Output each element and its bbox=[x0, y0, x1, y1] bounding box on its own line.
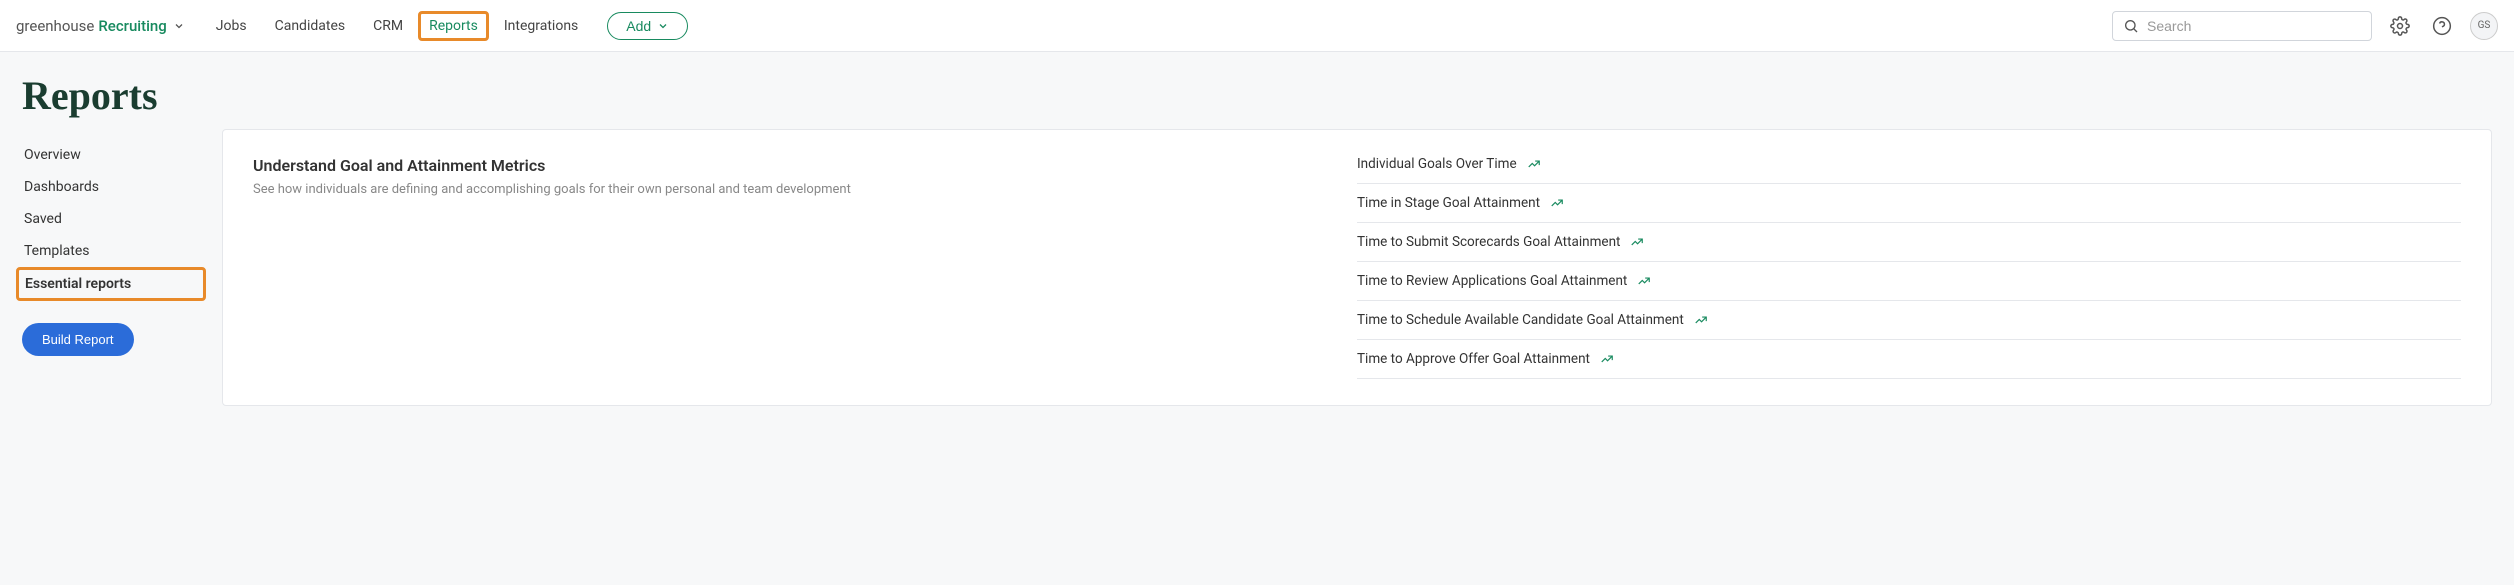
chart-icon bbox=[1527, 157, 1541, 171]
nav-item-candidates[interactable]: Candidates bbox=[262, 9, 359, 43]
report-label: Time to Submit Scorecards Goal Attainmen… bbox=[1357, 234, 1620, 250]
layout: Overview Dashboards Saved Templates Esse… bbox=[0, 129, 2514, 446]
help-button[interactable] bbox=[2428, 12, 2456, 40]
topbar: greenhouse Recruiting Jobs Candidates CR… bbox=[0, 0, 2514, 52]
panel-right: Individual Goals Over Time Time in Stage… bbox=[1357, 156, 2461, 379]
nav-item-integrations[interactable]: Integrations bbox=[491, 9, 591, 43]
build-report-button[interactable]: Build Report bbox=[22, 323, 134, 356]
sidebar-item-dashboards[interactable]: Dashboards bbox=[22, 171, 222, 203]
sidebar-item-overview[interactable]: Overview bbox=[22, 139, 222, 171]
report-row[interactable]: Time in Stage Goal Attainment bbox=[1357, 184, 2461, 223]
sidebar-item-saved[interactable]: Saved bbox=[22, 203, 222, 235]
add-button[interactable]: Add bbox=[607, 12, 688, 40]
avatar-initials: GS bbox=[2478, 20, 2491, 31]
logo-brand: greenhouse bbox=[16, 17, 94, 35]
search-icon bbox=[2123, 18, 2139, 34]
chart-icon bbox=[1630, 235, 1644, 249]
sidebar: Overview Dashboards Saved Templates Esse… bbox=[22, 129, 222, 406]
report-row[interactable]: Individual Goals Over Time bbox=[1357, 156, 2461, 184]
main-panel: Understand Goal and Attainment Metrics S… bbox=[222, 129, 2492, 406]
panel-left: Understand Goal and Attainment Metrics S… bbox=[253, 156, 1357, 379]
logo-product: Recruiting bbox=[98, 17, 166, 35]
panel-title: Understand Goal and Attainment Metrics bbox=[253, 156, 1327, 175]
report-row[interactable]: Time to Approve Offer Goal Attainment bbox=[1357, 340, 2461, 379]
panel-desc: See how individuals are defining and acc… bbox=[253, 181, 1327, 199]
report-label: Time to Approve Offer Goal Attainment bbox=[1357, 351, 1590, 367]
search-box[interactable] bbox=[2112, 11, 2372, 41]
help-icon bbox=[2432, 16, 2452, 36]
chevron-down-icon[interactable] bbox=[173, 20, 185, 32]
sidebar-item-essential-reports[interactable]: Essential reports bbox=[16, 267, 206, 301]
chart-icon bbox=[1694, 313, 1708, 327]
chevron-down-icon bbox=[657, 20, 669, 32]
topbar-right: GS bbox=[2112, 11, 2498, 41]
report-label: Time to Review Applications Goal Attainm… bbox=[1357, 273, 1627, 289]
nav-item-jobs[interactable]: Jobs bbox=[203, 9, 260, 43]
report-row[interactable]: Time to Schedule Available Candidate Goa… bbox=[1357, 301, 2461, 340]
chart-icon bbox=[1600, 352, 1614, 366]
page-title: Reports bbox=[0, 52, 2514, 129]
nav-item-reports[interactable]: Reports bbox=[418, 11, 489, 41]
logo[interactable]: greenhouse Recruiting bbox=[16, 17, 185, 35]
chart-icon bbox=[1550, 196, 1564, 210]
settings-button[interactable] bbox=[2386, 12, 2414, 40]
chart-icon bbox=[1637, 274, 1651, 288]
report-label: Time to Schedule Available Candidate Goa… bbox=[1357, 312, 1684, 328]
report-label: Time in Stage Goal Attainment bbox=[1357, 195, 1540, 211]
report-row[interactable]: Time to Review Applications Goal Attainm… bbox=[1357, 262, 2461, 301]
nav-item-crm[interactable]: CRM bbox=[360, 9, 416, 43]
avatar[interactable]: GS bbox=[2470, 12, 2498, 40]
report-row[interactable]: Time to Submit Scorecards Goal Attainmen… bbox=[1357, 223, 2461, 262]
nav-items: Jobs Candidates CRM Reports Integrations bbox=[203, 9, 591, 43]
sidebar-item-templates[interactable]: Templates bbox=[22, 235, 222, 267]
add-button-label: Add bbox=[626, 18, 651, 34]
search-input[interactable] bbox=[2147, 18, 2361, 34]
gear-icon bbox=[2390, 16, 2410, 36]
report-label: Individual Goals Over Time bbox=[1357, 156, 1517, 172]
